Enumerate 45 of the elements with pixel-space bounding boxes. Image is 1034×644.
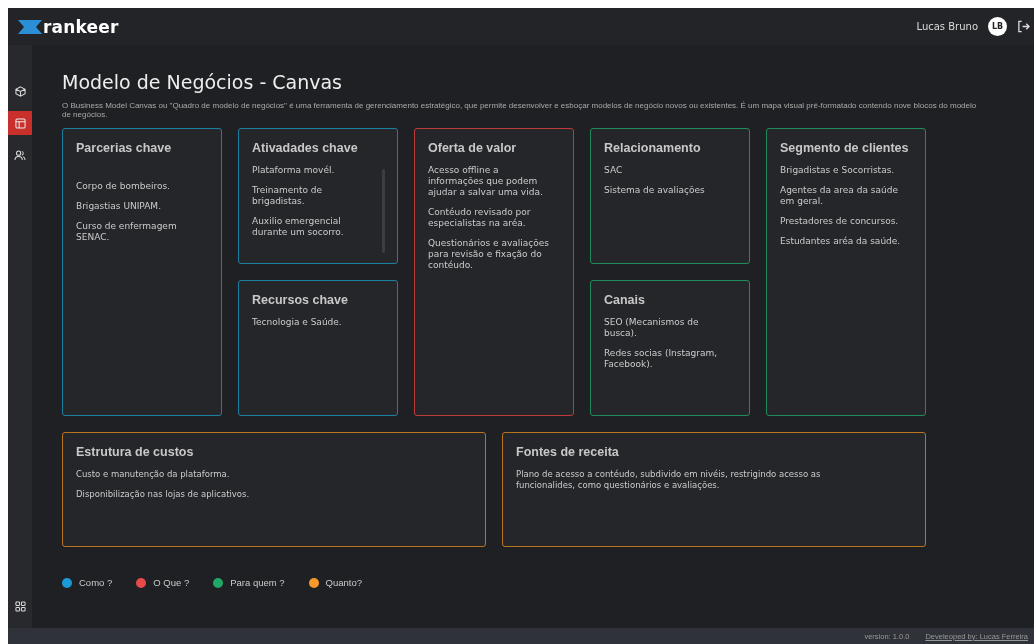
block-item: Plataforma movél. <box>252 165 336 176</box>
page-description: O Business Model Canvas ou "Quadro de modelo de negócios" é uma ferramenta de gerenciamento estratégico, que permite desenvolver e esboçar modelos de negócio novos ou existentes. É um mapa visual pré-formatado contendo nove blocos do modelo de negócios. <box>62 101 977 119</box>
block-item: Contéudo revisado por especialistas na aréa. <box>428 207 532 229</box>
block-item: Agentes da area da saúde em geral. <box>780 185 899 207</box>
block-item: Auxilio emergencial durante um socorro. <box>252 216 345 238</box>
block-item: Tecnologia e Saúde. <box>252 317 343 328</box>
block-title: Relacionamento <box>604 141 702 155</box>
block-title: Recursos chave <box>252 293 349 307</box>
block-item: Prestadores de concursos. <box>780 216 900 227</box>
block-item: SEO (Mecanismos de busca). <box>604 317 700 339</box>
user-name: Lucas Bruno <box>916 21 978 32</box>
legend-label: Como ? <box>79 577 113 588</box>
block-title: Parcerias chave <box>76 141 173 155</box>
grid-icon <box>14 600 26 612</box>
block-item: Brigastias UNIPAM. <box>76 201 162 212</box>
block-item: Disponibilização nas lojas de aplicativos. <box>76 489 251 500</box>
block-item: Corpo de bombeiros. <box>76 181 171 192</box>
block-item: Redes socias (Instagram, Facebook). <box>604 348 719 370</box>
layout-icon <box>14 117 26 129</box>
block-title: Segmento de clientes <box>780 141 910 155</box>
block-item: Questionários e avaliações para revisão e fixação do contéudo. <box>428 238 550 271</box>
users-icon <box>14 149 26 161</box>
cube-icon <box>14 85 26 97</box>
block-item: Estudantes aréa da saúde. <box>780 236 902 247</box>
block-item: Acesso offline a informações que podem ajudar a salvar uma vida. <box>428 165 544 198</box>
block-title: Fontes de receita <box>516 445 620 459</box>
block-item: Custo e manutenção da plataforma. <box>76 469 231 480</box>
block-title: Ativadades chave <box>252 141 359 155</box>
block-item: Treinamento de brigadistas. <box>252 185 324 207</box>
block-item: Plano de acesso a contéudo, subdivido em nivéis, restrigindo acesso as funcionalides, como questionários e avaliações. <box>516 469 822 491</box>
logo-text: rankeer <box>43 16 119 37</box>
block-title: Canais <box>604 293 646 307</box>
legend-label: Para quem ? <box>230 577 285 588</box>
block-item: SAC <box>604 165 624 176</box>
block-title: Estrutura de custos <box>76 445 195 459</box>
legend-label: O Que ? <box>153 577 190 588</box>
block-item: Curso de enfermagem SENAC. <box>76 221 178 243</box>
block-item: Sistema de avaliações <box>604 185 706 196</box>
block-item: Brigadistas e Socorristas. <box>780 165 896 176</box>
legend-label: Quanto? <box>325 577 363 588</box>
block-title: Oferta de valor <box>428 141 518 155</box>
page-title: Modelo de Negócios - Canvas <box>62 71 343 93</box>
logo-icon <box>18 19 42 34</box>
user-avatar[interactable]: LB <box>988 17 1007 36</box>
logout-icon[interactable] <box>1017 20 1030 33</box>
